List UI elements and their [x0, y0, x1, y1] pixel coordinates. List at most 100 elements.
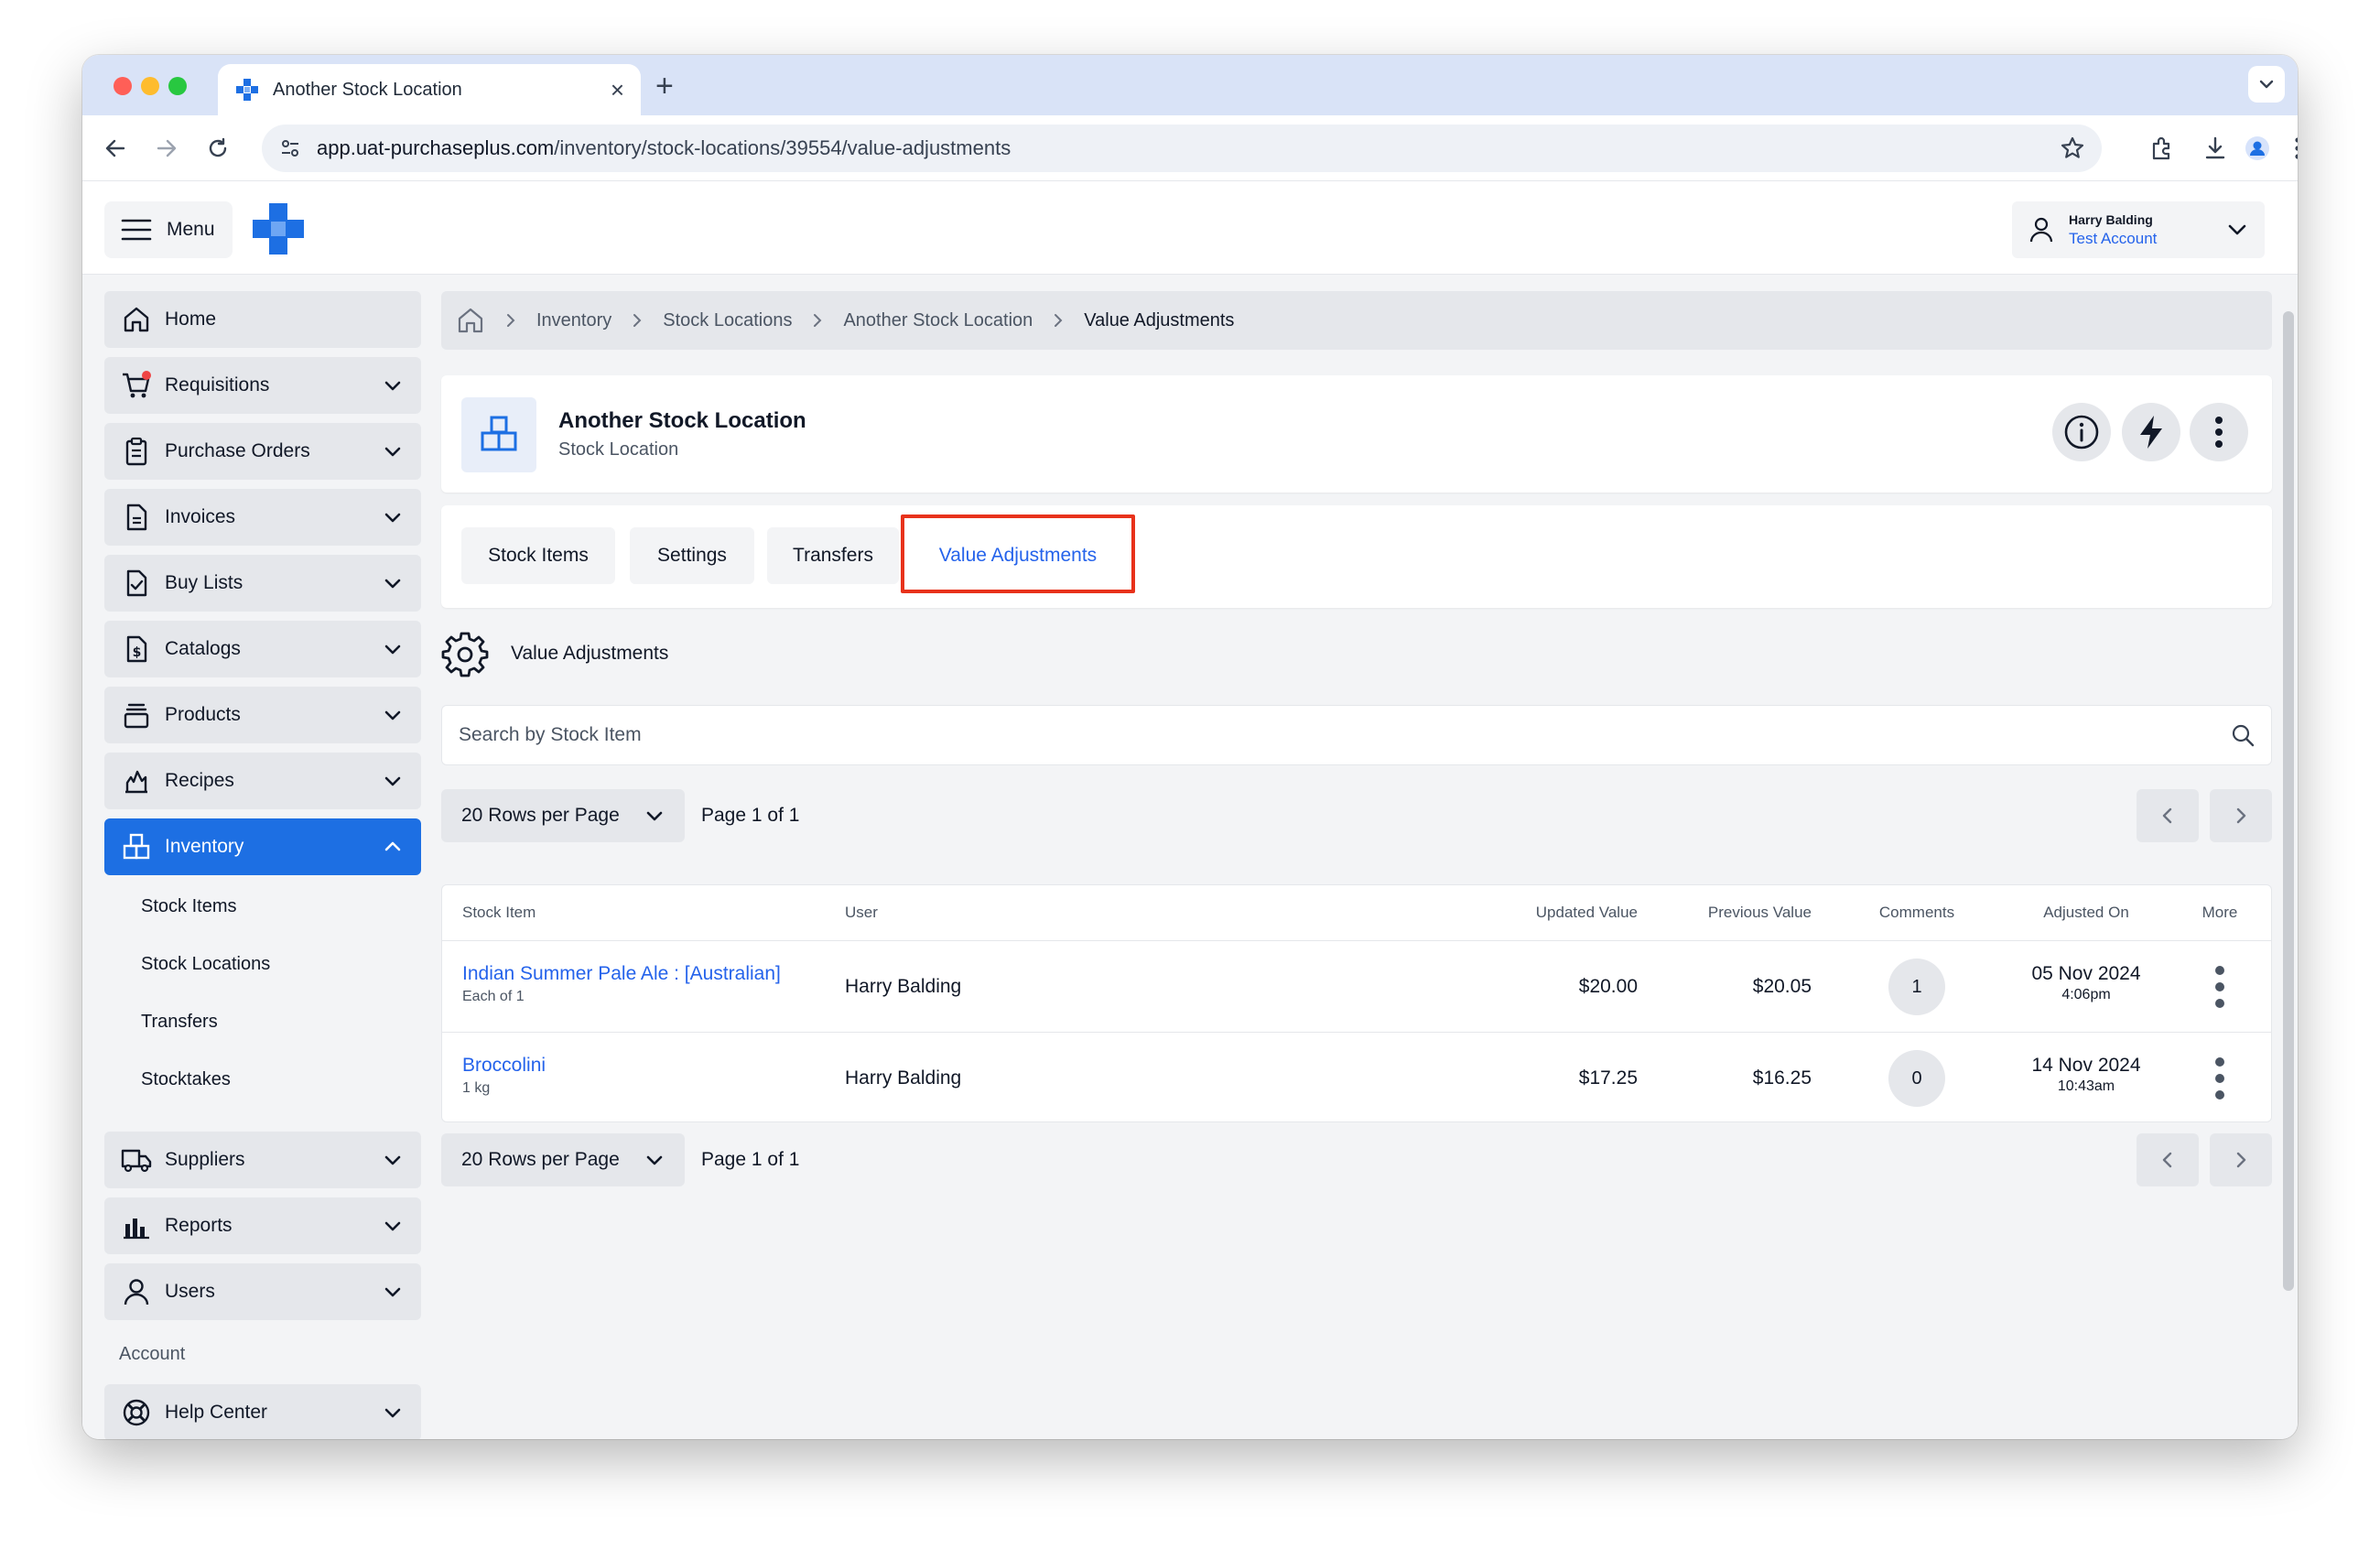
sidebar-item-home[interactable]: Home: [104, 291, 421, 348]
sidebar-item-help-center[interactable]: Help Center: [104, 1384, 421, 1439]
tab-stock-items[interactable]: Stock Items: [461, 527, 615, 584]
breadcrumb-location[interactable]: Another Stock Location: [843, 310, 1033, 331]
sidebar-item-recipes[interactable]: Recipes: [104, 753, 421, 809]
column-header: Comments: [1878, 904, 1955, 921]
tab-value-adjustments[interactable]: Value Adjustments: [910, 527, 1126, 584]
sidebar-item-suppliers[interactable]: Suppliers: [104, 1132, 421, 1188]
breadcrumb-inventory[interactable]: Inventory: [536, 310, 611, 331]
new-tab-button[interactable]: +: [655, 68, 674, 104]
sidebar-subitem-transfers[interactable]: Transfers: [141, 1003, 218, 1040]
page-scrollbar[interactable]: [2283, 311, 2294, 1291]
back-icon[interactable]: [101, 134, 130, 163]
sidebar-item-products[interactable]: Products: [104, 687, 421, 743]
location-subtitle: Stock Location: [558, 439, 679, 460]
sidebar-item-label: Buy Lists: [165, 572, 243, 593]
row-more-icon[interactable]: [2209, 1056, 2231, 1101]
extensions-icon[interactable]: [2146, 132, 2179, 165]
previous-page-button[interactable]: [2137, 789, 2199, 842]
menu-button[interactable]: Menu: [104, 201, 233, 258]
stock-item-link[interactable]: Broccolini: [462, 1055, 546, 1077]
close-window-button[interactable]: [114, 77, 132, 95]
truck-icon: [121, 1144, 152, 1175]
flame-icon: [121, 765, 152, 796]
sidebar-item-invoices[interactable]: Invoices: [104, 489, 421, 546]
sidebar-item-label: Suppliers: [165, 1149, 245, 1170]
stack-icon: [121, 699, 152, 731]
stock-item-unit: 1 kg: [462, 1080, 491, 1096]
row-more-icon[interactable]: [2209, 964, 2231, 1010]
next-page-button[interactable]: [2210, 1133, 2272, 1186]
breadcrumb: Inventory Stock Locations Another Stock …: [441, 291, 2272, 350]
chevron-up-icon: [384, 841, 401, 851]
profile-icon[interactable]: [2241, 132, 2274, 165]
stock-item-unit: Each of 1: [462, 989, 525, 1004]
reload-icon[interactable]: [203, 134, 233, 163]
previous-page-button[interactable]: [2137, 1133, 2199, 1186]
more-vertical-icon: [2215, 417, 2223, 448]
breadcrumb-stock-locations[interactable]: Stock Locations: [663, 310, 792, 331]
gear-icon: [441, 630, 489, 677]
browser-menu-icon[interactable]: [2281, 132, 2298, 165]
sidebar-item-reports[interactable]: Reports: [104, 1197, 421, 1254]
brand-logo[interactable]: [251, 201, 306, 256]
download-icon[interactable]: [2199, 132, 2232, 165]
column-header: Previous Value: [1707, 904, 1812, 921]
url-text: app.uat-purchaseplus.com/inventory/stock…: [317, 136, 1012, 159]
breadcrumb-home-icon[interactable]: [456, 306, 485, 335]
column-header: More: [2202, 904, 2238, 921]
tab-settings[interactable]: Settings: [630, 527, 754, 584]
account-switcher[interactable]: Harry Balding Test Account: [2012, 201, 2265, 258]
search-input[interactable]: [459, 724, 2231, 746]
user-icon: [121, 1276, 152, 1307]
sidebar-subitem-stock-items[interactable]: Stock Items: [141, 888, 236, 925]
close-tab-icon[interactable]: ×: [611, 76, 624, 104]
comments-count-button[interactable]: 0: [1888, 1050, 1945, 1107]
stock-item-link[interactable]: Indian Summer Pale Ale : [Australian]: [462, 963, 781, 985]
sidebar-subitem-stocktakes[interactable]: Stocktakes: [141, 1061, 231, 1098]
tab-transfers[interactable]: Transfers: [767, 527, 899, 584]
site-settings-icon[interactable]: [278, 136, 302, 160]
column-header: Adjusted On: [2043, 904, 2129, 921]
user-icon: [2029, 217, 2053, 243]
rows-per-page-select[interactable]: 20 Rows per Page: [441, 789, 685, 842]
browser-tab[interactable]: Another Stock Location ×: [218, 64, 641, 115]
column-header: Updated Value: [1535, 904, 1638, 921]
browser-window: Another Stock Location × + app.uat-purch…: [82, 55, 2298, 1439]
quick-actions-button[interactable]: [2122, 403, 2180, 461]
document-icon: [121, 502, 152, 533]
menu-label: Menu: [167, 219, 215, 240]
minimize-window-button[interactable]: [141, 77, 159, 95]
sidebar-item-users[interactable]: Users: [104, 1263, 421, 1320]
previous-value-cell: $20.05: [1752, 976, 1812, 997]
address-bar[interactable]: app.uat-purchaseplus.com/inventory/stock…: [262, 125, 2102, 172]
tab-search-button[interactable]: [2248, 66, 2285, 103]
comments-count-button[interactable]: 1: [1888, 959, 1945, 1015]
location-title: Another Stock Location: [558, 408, 806, 433]
sidebar-item-requisitions[interactable]: Requisitions: [104, 357, 421, 414]
chevron-down-icon: [646, 811, 663, 821]
user-name: Harry Balding: [2069, 212, 2153, 227]
chevron-down-icon: [384, 710, 401, 720]
next-page-button[interactable]: [2210, 789, 2272, 842]
sidebar-item-buy-lists[interactable]: Buy Lists: [104, 555, 421, 612]
chevron-down-icon: [646, 1155, 663, 1165]
info-button[interactable]: [2052, 403, 2111, 461]
user-cell: Harry Balding: [845, 1067, 962, 1089]
app-header: Menu Harry Balding Test Account: [82, 181, 2298, 275]
maximize-window-button[interactable]: [168, 77, 187, 95]
more-options-button[interactable]: [2190, 403, 2248, 461]
sidebar-subitem-stock-locations[interactable]: Stock Locations: [141, 946, 270, 982]
bookmark-star-icon[interactable]: [2060, 135, 2085, 161]
chevron-down-icon: [384, 1221, 401, 1231]
dollar-document-icon: $: [121, 634, 152, 665]
forward-icon[interactable]: [152, 134, 181, 163]
app-area: Menu Harry Balding Test Account Home Req…: [82, 181, 2298, 1439]
favicon-icon: [234, 77, 260, 103]
rows-per-page-select[interactable]: 20 Rows per Page: [441, 1133, 685, 1186]
sidebar-item-catalogs[interactable]: $ Catalogs: [104, 621, 421, 677]
sidebar-item-inventory[interactable]: Inventory: [104, 818, 421, 875]
search-icon[interactable]: [2231, 723, 2255, 747]
boxes-icon: [461, 397, 536, 472]
sidebar-item-label: Recipes: [165, 770, 234, 791]
sidebar-item-purchase-orders[interactable]: Purchase Orders: [104, 423, 421, 480]
